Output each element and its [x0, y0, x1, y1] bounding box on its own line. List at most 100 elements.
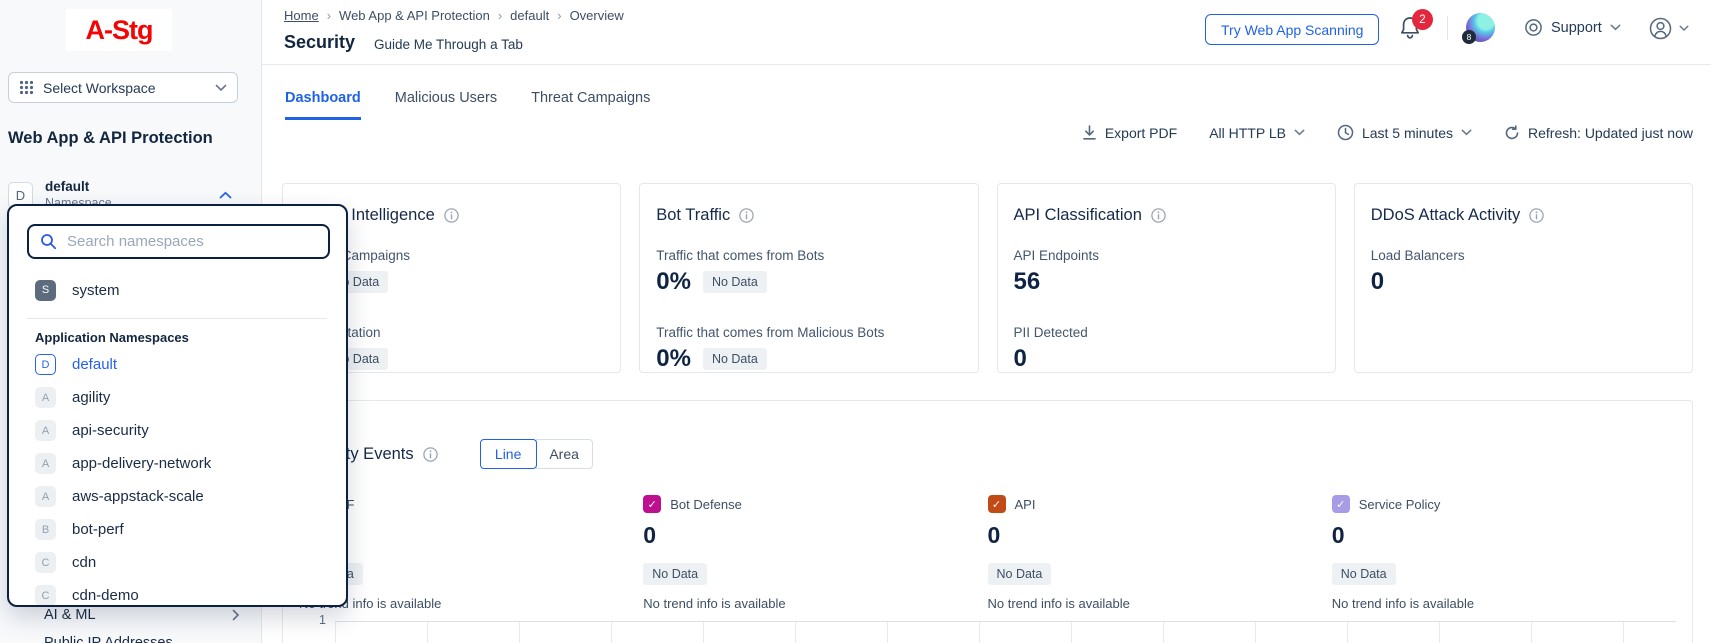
namespace-item-cdn[interactable]: C cdn — [27, 546, 332, 579]
refresh-label: Refresh: Updated just now — [1528, 125, 1693, 141]
namespace-dropdown-panel: S system Application Namespaces D defaul… — [7, 204, 348, 607]
info-icon[interactable] — [739, 208, 754, 223]
namespace-initial-badge: A — [35, 453, 56, 474]
namespace-item-app-delivery-network[interactable]: A app-delivery-network — [27, 447, 332, 480]
card-title: Bot Traffic — [656, 206, 730, 225]
tab-dashboard[interactable]: Dashboard — [285, 90, 361, 120]
sidebar-item-public-ip-addresses[interactable]: Public IP Addresses — [0, 628, 262, 643]
chevron-down-icon — [1294, 129, 1305, 136]
breadcrumb-home[interactable]: Home — [284, 8, 319, 23]
namespace-search-input[interactable] — [67, 233, 317, 250]
namespace-item-label: agility — [72, 389, 110, 406]
namespace-item-label: cdn-demo — [72, 587, 139, 604]
refresh-button[interactable]: Refresh: Updated just now — [1504, 125, 1693, 141]
namespace-initial-badge: A — [35, 486, 56, 507]
breadcrumb-separator: › — [498, 8, 502, 23]
namespace-item-aws-appstack-scale[interactable]: A aws-appstack-scale — [27, 480, 332, 513]
brand-logo[interactable]: A-Stg — [66, 9, 172, 51]
search-icon — [40, 233, 57, 250]
user-icon — [1648, 16, 1673, 41]
namespace-item-system[interactable]: S system — [27, 274, 327, 306]
namespace-search-box — [27, 224, 330, 259]
namespace-item-label: default — [72, 356, 117, 373]
chevron-down-icon — [1679, 25, 1689, 32]
info-icon[interactable] — [444, 208, 459, 223]
download-icon — [1082, 125, 1097, 141]
assistant-orb-icon[interactable]: 8 — [1466, 13, 1495, 42]
card-title: API Classification — [1014, 206, 1142, 225]
namespace-item-label: app-delivery-network — [72, 455, 211, 472]
sidebar-item-label: AI & ML — [44, 607, 96, 623]
metric-label: Traffic that comes from Bots — [656, 248, 961, 263]
namespace-item-default[interactable]: D default — [27, 348, 332, 381]
namespace-item-label: cdn — [72, 554, 96, 571]
info-icon[interactable] — [1151, 208, 1166, 223]
metric-cards-row: Threat Intelligence Threat Campaigns 0 N… — [282, 183, 1693, 373]
metric-label: Load Balancers — [1371, 248, 1676, 263]
metric-value: 0% — [656, 345, 691, 373]
namespace-item-cdn-demo[interactable]: C cdn-demo — [27, 579, 332, 607]
legend-value: 0 — [299, 522, 643, 549]
legend-checkbox[interactable]: ✓ — [1332, 495, 1350, 513]
try-web-app-scanning-button[interactable]: Try Web App Scanning — [1205, 14, 1379, 45]
card-ddos-attack-activity: DDoS Attack Activity Load Balancers 0 — [1354, 183, 1693, 373]
support-menu[interactable]: Support — [1524, 18, 1621, 37]
info-icon[interactable] — [423, 447, 438, 462]
lb-filter-dropdown[interactable]: All HTTP LB — [1209, 125, 1305, 141]
export-pdf-label: Export PDF — [1105, 125, 1177, 141]
legend-checkbox[interactable]: ✓ — [988, 495, 1006, 513]
toggle-line-button[interactable]: Line — [480, 439, 537, 469]
dropdown-divider — [27, 318, 327, 319]
dashboard-toolbar: Export PDF All HTTP LB Last 5 minutes Re… — [1082, 124, 1693, 141]
namespace-item-agility[interactable]: A agility — [27, 381, 332, 414]
namespace-item-api-security[interactable]: A api-security — [27, 414, 332, 447]
chevron-down-icon — [1610, 24, 1621, 31]
namespace-item-bot-perf[interactable]: B bot-perf — [27, 513, 332, 546]
breadcrumb-waap[interactable]: Web App & API Protection — [339, 8, 490, 23]
namespace-initial-badge: B — [35, 519, 56, 540]
metric-value: 0% — [656, 268, 691, 296]
breadcrumb-overview: Overview — [570, 8, 624, 23]
refresh-icon — [1504, 125, 1520, 141]
namespace-initial-badge: S — [35, 280, 56, 301]
legend-item-api: ✓ API 0 No Data No trend info is availab… — [988, 495, 1332, 611]
notifications-button[interactable]: 2 — [1398, 15, 1432, 45]
no-data-badge: No Data — [703, 348, 767, 370]
namespace-item-label: system — [72, 282, 120, 299]
legend-item-bot-defense: ✓ Bot Defense 0 No Data No trend info is… — [643, 495, 987, 611]
chevron-right-icon — [232, 609, 240, 621]
security-events-legend: ✓ WAF 0 No Data No trend info is availab… — [299, 495, 1676, 611]
no-data-badge: No Data — [643, 563, 707, 585]
legend-note: No trend info is available — [1332, 596, 1676, 611]
legend-note: No trend info is available — [643, 596, 987, 611]
sidebar-item-label: Public IP Addresses — [44, 635, 173, 643]
legend-item-service-policy: ✓ Service Policy 0 No Data No trend info… — [1332, 495, 1676, 611]
namespace-name: default — [45, 179, 112, 196]
info-icon[interactable] — [1529, 208, 1544, 223]
lb-filter-label: All HTTP LB — [1209, 125, 1286, 141]
toggle-area-button[interactable]: Area — [536, 439, 593, 469]
metric-value: 0 — [1371, 268, 1384, 296]
assistant-orb-badge: 8 — [1462, 30, 1476, 44]
breadcrumb-default[interactable]: default — [510, 8, 549, 23]
legend-value: 0 — [988, 522, 1332, 549]
select-workspace-button[interactable]: Select Workspace — [8, 72, 238, 103]
grid-icon — [19, 80, 34, 95]
tab-malicious-users[interactable]: Malicious Users — [395, 90, 497, 120]
time-range-dropdown[interactable]: Last 5 minutes — [1337, 124, 1472, 141]
account-menu[interactable] — [1648, 16, 1689, 41]
app-root: A-Stg Select Workspace Web App & API Pro… — [0, 0, 1711, 643]
card-title: DDoS Attack Activity — [1371, 206, 1520, 225]
export-pdf-button[interactable]: Export PDF — [1082, 125, 1177, 141]
time-range-label: Last 5 minutes — [1362, 125, 1453, 141]
tab-threat-campaigns[interactable]: Threat Campaigns — [531, 90, 650, 120]
no-data-badge: No Data — [1332, 563, 1396, 585]
header-divider — [262, 64, 1711, 65]
breadcrumb-separator: › — [557, 8, 561, 23]
support-label: Support — [1551, 20, 1602, 36]
chevron-up-icon — [219, 191, 232, 200]
guide-me-link[interactable]: Guide Me Through a Tab — [374, 37, 523, 52]
namespace-item-label: aws-appstack-scale — [72, 488, 204, 505]
legend-checkbox[interactable]: ✓ — [643, 495, 661, 513]
metric-label: API Endpoints — [1014, 248, 1319, 263]
